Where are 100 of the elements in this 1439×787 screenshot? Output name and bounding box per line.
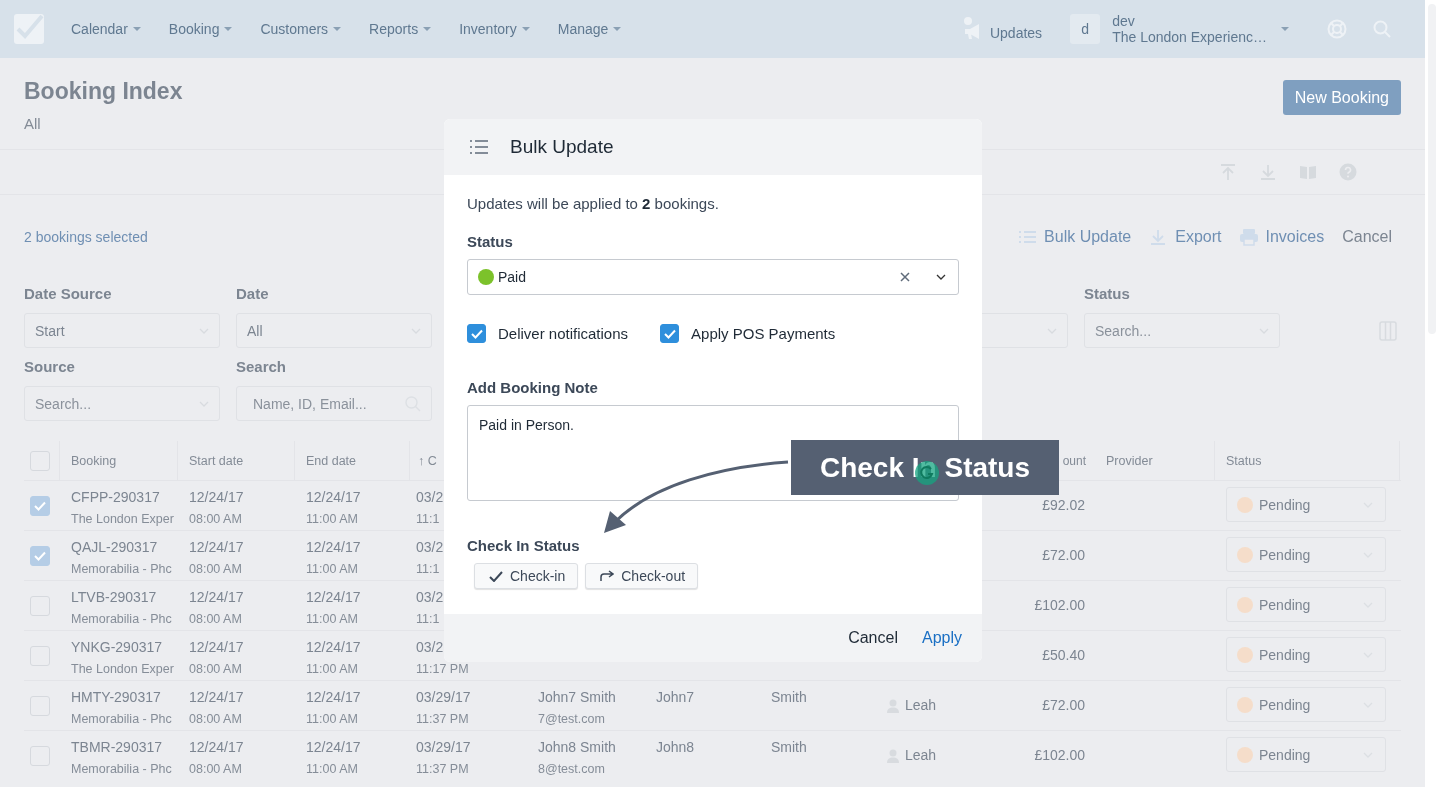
nav-menu[interactable]: Inventory <box>459 21 530 37</box>
amount: £72.00 <box>1042 547 1085 564</box>
booking-id: HMTY-290317 <box>71 689 161 706</box>
customer-name-detail: 8@test.com <box>538 762 605 777</box>
start-date: 12/24/17 <box>189 739 244 756</box>
start-date: 12/24/17 <box>189 489 244 506</box>
nav-menu[interactable]: Calendar <box>71 21 141 37</box>
end-date-detail: 11:00 AM <box>306 612 358 627</box>
amount: £92.02 <box>1042 497 1085 514</box>
start-date-detail: 08:00 AM <box>189 712 242 727</box>
column-header[interactable]: End date <box>306 453 357 468</box>
end-date-detail: 11:00 AM <box>306 762 358 777</box>
start-date: 12/24/17 <box>189 539 244 556</box>
column-header[interactable]: ↑ C <box>418 453 437 468</box>
end-date-detail: 11:00 AM <box>306 662 358 677</box>
clear-icon <box>900 272 910 282</box>
booking-id-detail: Memorabilia - Phc <box>71 612 172 627</box>
nav-menu[interactable]: Reports <box>369 21 432 37</box>
booking-id-detail: Memorabilia - Phc <box>71 762 172 777</box>
filter-label: Date <box>236 285 270 303</box>
start-date-detail: 08:00 AM <box>189 562 242 577</box>
booking-id: LTVB-290317 <box>71 589 157 606</box>
updates-button[interactable]: Updates <box>962 17 1043 41</box>
status-dropdown[interactable]: Pending <box>1226 487 1386 522</box>
avatar[interactable]: d <box>1070 14 1101 44</box>
page-title: Booking Index <box>24 78 183 105</box>
filter-dropdown[interactable]: Start <box>24 313 220 348</box>
column-header[interactable]: Provider <box>1106 453 1153 468</box>
start-date: 12/24/17 <box>189 589 244 606</box>
end-date: 12/24/17 <box>306 689 361 706</box>
checkbox[interactable] <box>467 324 486 343</box>
end-date: 12/24/17 <box>306 739 361 756</box>
checkmark-icon <box>34 550 46 561</box>
created-date: 03/2 <box>416 639 444 656</box>
filter-dropdown[interactable]: All <box>236 313 432 348</box>
filter-dropdown[interactable]: Search... <box>1084 313 1280 348</box>
end-date-detail: 11:00 AM <box>306 512 358 527</box>
column-header[interactable]: Booking <box>71 453 117 468</box>
filter-label: Status <box>1084 285 1131 303</box>
end-date: 12/24/17 <box>306 639 361 656</box>
start-date: 12/24/17 <box>189 639 244 656</box>
created-date: 03/2 <box>416 539 444 556</box>
created-date: 03/2 <box>416 489 444 506</box>
dialog-title: Bulk Update <box>510 136 614 158</box>
checkbox-label: Deliver notifications <box>498 325 629 342</box>
filter-dropdown[interactable]: Search... <box>24 386 220 421</box>
amount: £50.40 <box>1042 647 1085 664</box>
new-booking-button[interactable]: New Booking <box>1282 80 1401 115</box>
start-date-detail: 08:00 AM <box>189 512 242 527</box>
cancel-button[interactable]: Cancel <box>848 629 898 647</box>
booking-id-detail: The London Exper <box>71 512 174 527</box>
end-date-detail: 11:00 AM <box>306 562 358 577</box>
check-in-button[interactable]: Check-out <box>585 563 699 589</box>
intro-text: Updates will be applied to 2 bookings. <box>467 195 720 212</box>
search-field[interactable]: Name, ID, Email... <box>236 386 432 421</box>
created-date-detail: 11:1 <box>416 612 440 627</box>
start-date: 12/24/17 <box>189 689 244 706</box>
column-header[interactable]: Status <box>1226 453 1262 468</box>
filter-label: Source <box>24 358 76 376</box>
check-in-button[interactable]: Check-in <box>474 563 579 589</box>
bulk-action-button[interactable]: Invoices <box>1239 228 1325 246</box>
status-dropdown[interactable]: Pending <box>1226 687 1386 722</box>
created-date-detail: 11:37 PM <box>416 712 469 727</box>
staff-name: Leah <box>905 697 937 714</box>
booking-id: QAJL-290317 <box>71 539 158 556</box>
nav-menu[interactable]: Manage <box>557 21 622 37</box>
bulk-action-button[interactable]: Cancel <box>1342 228 1392 246</box>
end-date: 12/24/17 <box>306 539 361 556</box>
end-date: 12/24/17 <box>306 489 361 506</box>
created-date-detail: 11:17 PM <box>416 662 469 677</box>
status-select[interactable]: Paid <box>467 259 959 295</box>
account-menu[interactable]: dev The London Experienc… <box>1112 13 1289 45</box>
start-date-detail: 08:00 AM <box>189 762 242 777</box>
bulk-action-button[interactable]: Bulk Update <box>1018 228 1132 246</box>
status-dropdown[interactable]: Pending <box>1226 587 1386 622</box>
apply-button[interactable]: Apply <box>921 629 962 647</box>
created-date-detail: 11:1 <box>416 562 440 577</box>
start-date-detail: 08:00 AM <box>189 612 242 627</box>
nav-menu[interactable]: Customers <box>260 21 342 37</box>
staff-name: Leah <box>905 747 937 764</box>
column-header[interactable]: ount <box>1062 453 1086 468</box>
column-header[interactable]: Start date <box>189 453 244 468</box>
status-dropdown[interactable]: Pending <box>1226 737 1386 772</box>
checkmark-icon <box>489 570 503 582</box>
list-icon <box>470 140 488 154</box>
nav-menu[interactable]: Booking <box>168 21 233 37</box>
booking-id: TBMR-290317 <box>71 739 163 756</box>
checkmark-icon <box>34 500 46 511</box>
row-checkbox[interactable] <box>30 545 50 566</box>
created-date: 03/2 <box>416 589 444 606</box>
bulk-action-button[interactable]: Export <box>1149 228 1222 246</box>
status-dropdown[interactable]: Pending <box>1226 537 1386 572</box>
chevron-down-icon <box>936 274 946 280</box>
checkbox[interactable] <box>660 324 680 343</box>
filter-label: Search <box>236 358 288 376</box>
customer-name-detail: 7@test.com <box>538 712 605 727</box>
created-date-detail: 11:1 <box>416 512 440 527</box>
row-checkbox[interactable] <box>30 495 50 516</box>
printer-icon <box>1239 228 1260 246</box>
status-dropdown[interactable]: Pending <box>1226 637 1386 672</box>
